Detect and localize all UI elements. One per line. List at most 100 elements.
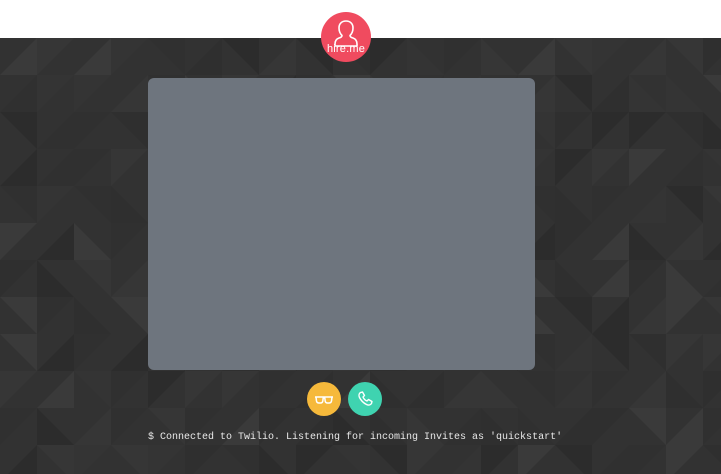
pattern-triangle [592,112,629,149]
pattern-triangle [629,38,666,75]
pattern-triangle [703,112,721,149]
pattern-triangle [555,186,592,223]
pattern-triangle [0,38,37,75]
pattern-triangle [111,75,148,112]
pattern-triangle [518,371,555,408]
pattern-triangle [37,297,74,334]
pattern-triangle [259,38,296,75]
pattern-triangle [74,371,111,408]
pattern-triangle [0,149,37,186]
pattern-triangle [0,223,37,260]
preview-button[interactable] [307,382,341,416]
pattern-triangle [222,445,259,474]
pattern-triangle [555,223,592,260]
pattern-triangle [555,75,592,112]
pattern-triangle [629,371,666,408]
call-button[interactable] [348,382,382,416]
pattern-triangle [629,260,666,297]
pattern-triangle [703,186,721,204]
pattern-triangle [703,445,721,463]
pattern-triangle [703,279,721,297]
pattern-triangle [629,75,666,112]
pattern-triangle [74,149,111,186]
pattern-triangle [37,223,74,260]
pattern-triangle [555,112,592,149]
pattern-triangle [37,75,74,112]
pattern-triangle [555,260,592,297]
glasses-icon [315,396,333,404]
pattern-triangle [37,334,74,371]
pattern-triangle [703,242,721,260]
pattern-triangle [481,38,518,75]
pattern-triangle [37,149,74,186]
pattern-triangle [555,38,592,75]
pattern-triangle [666,223,703,260]
pattern-triangle [592,38,629,75]
pattern-triangle [629,223,666,260]
pattern-triangle [0,334,37,371]
pattern-triangle [37,408,74,445]
pattern-triangle [629,149,666,186]
pattern-triangle [185,371,222,408]
pattern-triangle [666,371,703,408]
pattern-triangle [370,445,407,474]
pattern-triangle [703,75,721,93]
pattern-triangle [518,445,555,474]
pattern-triangle [592,334,629,371]
pattern-triangle [37,186,74,223]
pattern-triangle [444,38,481,75]
pattern-triangle [148,445,185,474]
pattern-triangle [629,445,666,474]
pattern-triangle [74,334,111,371]
logo-text: hire.me [326,43,366,55]
pattern-triangle [481,445,518,474]
pattern-triangle [703,371,721,408]
pattern-triangle [74,75,111,112]
pattern-triangle [666,75,703,112]
pattern-triangle [592,260,629,297]
pattern-triangle [37,112,74,149]
pattern-triangle [592,149,629,186]
pattern-triangle [703,38,721,75]
pattern-triangle [452,445,481,474]
pattern-triangle [407,445,444,474]
pattern-triangle [111,445,148,474]
pattern-triangle [111,297,148,334]
pattern-triangle [629,112,666,149]
pattern-triangle [0,297,37,334]
pattern-triangle [703,408,721,445]
pattern-triangle [111,186,148,223]
pattern-triangle [74,38,111,75]
pattern-triangle [666,149,703,186]
pattern-triangle [37,445,74,474]
pattern-triangle [222,371,259,408]
status-log: $ Connected to Twilio. Listening for inc… [148,432,563,443]
pattern-triangle [666,297,703,334]
pattern-triangle [518,38,555,75]
pattern-triangle [666,260,703,297]
hire-me-logo[interactable]: hire.me [321,12,371,62]
pattern-triangle [407,371,444,408]
pattern-triangle [629,186,666,223]
pattern-triangle [555,297,592,334]
pattern-triangle [222,38,259,75]
pattern-triangle [666,334,703,371]
pattern-triangle [74,260,111,297]
pattern-triangle [600,445,629,474]
pattern-triangle [333,445,370,474]
pattern-triangle [666,408,703,445]
pattern-triangle [111,112,148,149]
pattern-triangle [8,445,37,474]
pattern-triangle [74,186,111,223]
pattern-triangle [259,445,288,474]
pattern-triangle [592,186,629,223]
remote-video-placeholder [148,78,535,370]
pattern-triangle [37,260,74,297]
pattern-triangle [629,334,666,371]
pattern-triangle [0,186,37,223]
pattern-triangle [259,371,296,408]
pattern-triangle [629,297,666,334]
pattern-triangle [703,149,721,167]
pattern-triangle [111,260,148,297]
pattern-triangle [555,445,592,474]
